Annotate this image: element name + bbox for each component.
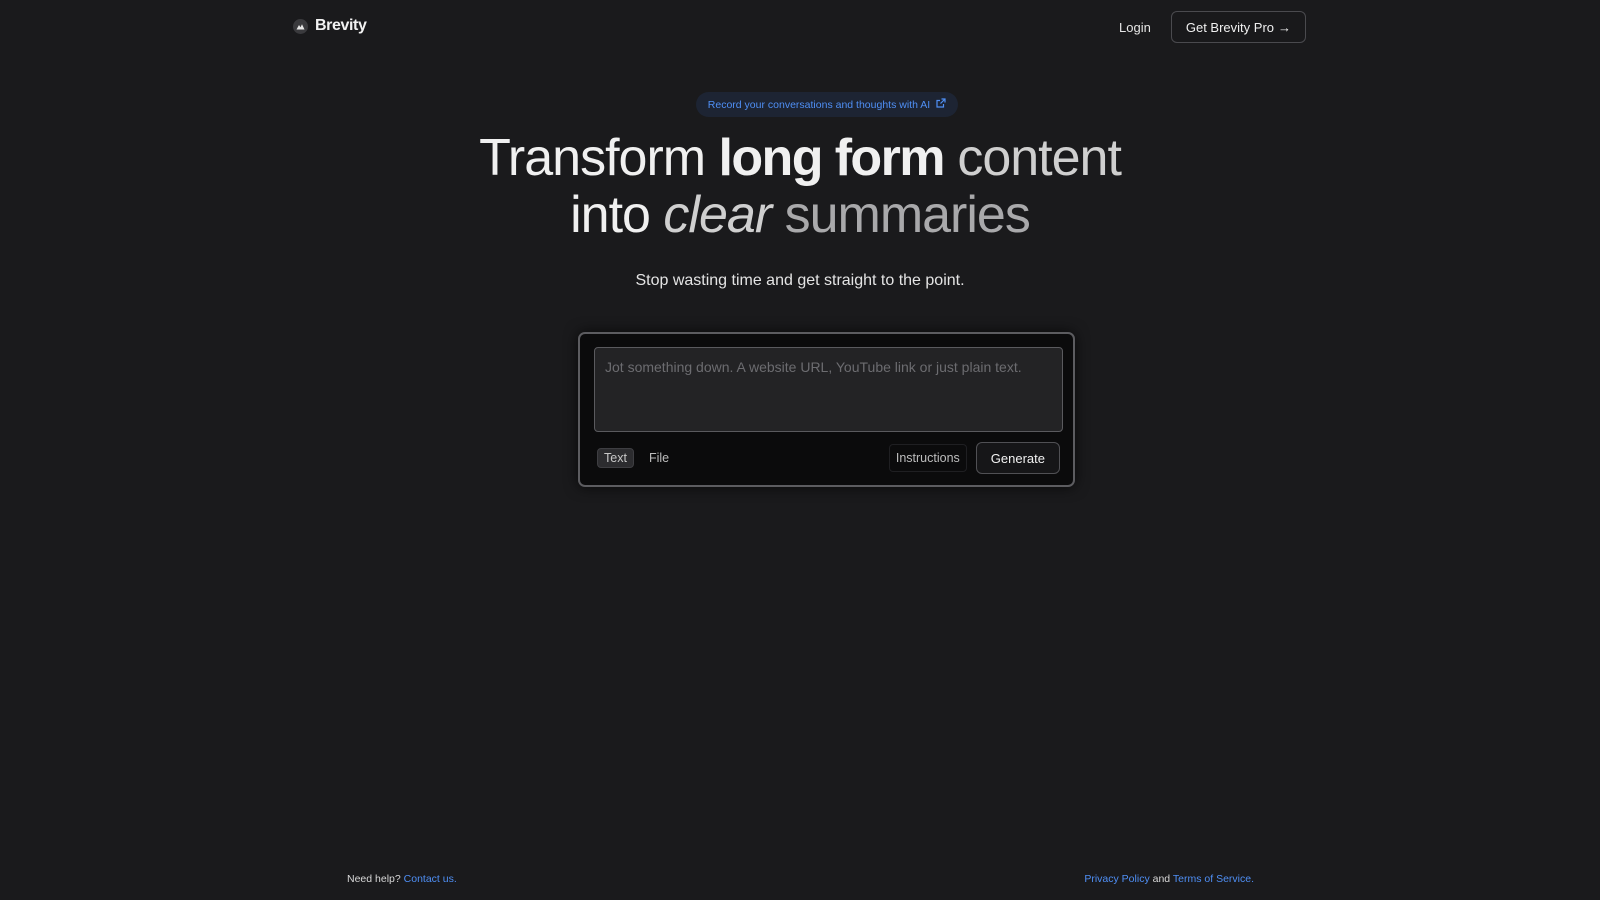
login-link[interactable]: Login bbox=[1119, 20, 1151, 35]
get-pro-button[interactable]: Get Brevity Pro → bbox=[1170, 11, 1306, 43]
site-header: Brevity Login Get Brevity Pro → bbox=[293, 11, 1306, 43]
tab-text[interactable]: Text bbox=[597, 448, 634, 468]
brevity-logo-icon bbox=[293, 18, 308, 34]
hero-line1-part2: content bbox=[943, 129, 1122, 187]
instructions-button[interactable]: Instructions bbox=[888, 444, 967, 472]
hero-line1-part1: Transform bbox=[479, 129, 719, 187]
get-pro-label: Get Brevity Pro bbox=[1185, 19, 1274, 35]
hero-line-1: Transform long form content bbox=[479, 129, 1122, 187]
footer-legal: Privacy Policy and Terms of Service. bbox=[1084, 873, 1254, 885]
brand-logo-link[interactable]: Brevity bbox=[293, 17, 367, 35]
hero-title: Transform long form content into clear s… bbox=[0, 130, 1600, 244]
arrow-right-icon: → bbox=[1278, 19, 1291, 35]
footer-help: Need help? Contact us. bbox=[347, 873, 457, 885]
privacy-policy-link[interactable]: Privacy Policy bbox=[1084, 873, 1149, 885]
summarize-input-card: Text File Instructions Generate bbox=[578, 332, 1075, 487]
hero-subtitle: Stop wasting time and get straight to th… bbox=[635, 272, 965, 289]
contact-suffix: . bbox=[453, 873, 457, 885]
hero-bold-text: long form bbox=[718, 129, 946, 187]
external-link-icon bbox=[936, 98, 946, 111]
contact-link[interactable]: Contact us bbox=[404, 873, 454, 885]
brand-name: Brevity bbox=[315, 17, 367, 34]
tab-file[interactable]: File bbox=[643, 449, 675, 467]
terms-of-service-link[interactable]: Terms of Service bbox=[1173, 873, 1251, 885]
input-mode-tabs: Text File bbox=[597, 448, 675, 468]
content-input[interactable] bbox=[594, 347, 1063, 432]
terms-suffix: . bbox=[1251, 873, 1254, 885]
hero-line2-part2: summaries bbox=[771, 186, 1031, 244]
header-nav: Login Get Brevity Pro → bbox=[1119, 11, 1306, 43]
card-actions: Instructions Generate bbox=[888, 442, 1060, 474]
hero-line2-part1: into bbox=[570, 186, 664, 244]
generate-button[interactable]: Generate bbox=[975, 442, 1060, 474]
help-text: Need help? bbox=[347, 873, 401, 885]
hero-line-2: into clear summaries bbox=[570, 186, 1031, 244]
announcement-text: Record your conversations and thoughts w… bbox=[707, 98, 931, 111]
hero-italic-text: clear bbox=[663, 186, 772, 244]
and-text: and bbox=[1152, 873, 1171, 885]
announcement-pill[interactable]: Record your conversations and thoughts w… bbox=[696, 92, 958, 117]
